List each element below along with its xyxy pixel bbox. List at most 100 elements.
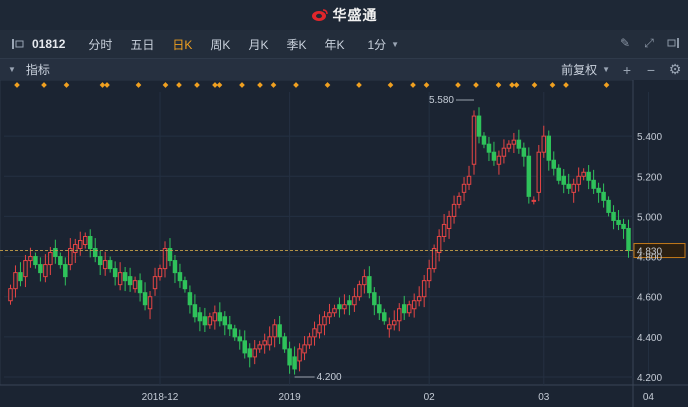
candle-body [122,272,128,282]
chevron-down-icon[interactable]: ▼ [8,65,16,74]
candle-body [531,199,537,202]
adjust-select[interactable]: 前复权 ▼ [561,61,610,78]
candle-body [471,115,477,165]
candle-body [347,300,352,306]
candle-body [546,135,552,161]
candle-body [426,268,432,282]
chart-toolbar: 01812 分时 五日 日K 周K 月K 季K 年K 1分 ▼ ✎ ⤢ [0,30,688,58]
indicator-label[interactable]: 指标 [26,61,50,78]
candle-body [157,268,163,278]
candle-body [611,211,616,221]
candle-body [616,219,621,225]
tab-five-day[interactable]: 五日 [121,36,163,53]
candle-body [461,183,467,193]
settings-icon[interactable]: ⚙ [668,61,682,78]
low-label: 4.200 [317,372,342,383]
candle-body [327,312,332,318]
candle-body [102,260,108,270]
candle-body [87,235,93,250]
candle-body [73,244,78,254]
candle-body [58,256,63,266]
high-label: 5.580 [429,95,454,106]
candle-body [406,304,412,314]
candle-body [382,312,387,322]
indicator-bar: ▼ 指标 前复权 ▼ + − ⚙ [0,58,688,80]
logo-icon [311,9,328,21]
exit-sidebar-icon[interactable] [666,36,680,50]
candle-body [117,272,123,286]
candle-body [207,316,213,326]
candle-body [13,272,18,290]
title-bar: 华盛通 [0,0,688,30]
candle-body [177,272,183,282]
candle-body [212,312,218,322]
sidebar-toggle-icon[interactable] [10,36,26,52]
candle-body [362,276,367,286]
candle-body [367,276,372,294]
y-tick-label: 4.400 [637,333,662,344]
candle-body [571,183,576,193]
tab-quarterly-k[interactable]: 季K [277,36,315,53]
candle-body [227,324,233,330]
candle-body [142,292,148,306]
tab-yearly-k[interactable]: 年K [315,36,353,53]
candle-body [8,288,13,302]
candle-body [446,215,452,229]
candle-body [456,195,462,205]
x-tick-label: 04 [643,392,655,403]
y-tick-label: 5.000 [637,212,662,223]
candle-body [43,264,48,278]
pencil-icon[interactable]: ✎ [618,36,632,50]
candle-body [78,240,83,250]
candle-body [68,248,73,266]
candle-body [357,284,362,298]
add-indicator-button[interactable]: + [620,62,634,78]
candle-body [486,143,492,153]
candle-body [23,260,28,278]
candle-body [496,155,502,165]
app-name: 华盛通 [332,7,378,23]
candle-body [297,348,302,362]
tab-daily-k[interactable]: 日K [163,36,201,53]
candle-body [586,171,591,181]
x-tick-label: 2018-12 [142,392,179,403]
candle-body [506,143,512,149]
candle-body [83,235,88,246]
candle-body [112,268,118,278]
candle-body [292,356,297,370]
candle-body [172,260,178,274]
candlestick-chart[interactable]: 4.830 5.4005.2005.0004.8004.6004.4004.20… [0,80,688,407]
tab-monthly-k[interactable]: 月K [239,36,277,53]
y-tick-label: 4.200 [637,373,662,384]
tab-weekly-k[interactable]: 周K [201,36,239,53]
candle-body [107,260,113,270]
candle-body [566,183,571,189]
app-logo: 华盛通 [311,5,378,25]
candle-body [152,276,158,290]
candle-body [536,151,542,193]
expand-icon[interactable]: ⤢ [642,36,656,50]
candle-body [127,276,133,286]
candle-body [53,248,58,258]
candle-body [466,175,472,185]
candle-body [441,223,447,237]
candle-body [63,264,68,278]
remove-indicator-button[interactable]: − [644,62,658,78]
candle-body [431,248,437,270]
candle-body [591,179,596,189]
candle-body [287,348,292,366]
adjust-label: 前复权 [561,63,598,77]
tab-timeshare[interactable]: 分时 [79,36,121,53]
candle-body [401,304,407,314]
candle-body [242,340,247,354]
candle-body [132,280,138,290]
candle-body [421,280,427,298]
candle-body [182,280,188,290]
candle-body [541,135,547,153]
interval-select[interactable]: 1分 ▼ [367,36,399,53]
candle-body [312,328,317,338]
x-tick-label: 03 [538,392,550,403]
candle-body [387,324,392,330]
candle-body [556,167,561,181]
candle-body [526,155,532,197]
